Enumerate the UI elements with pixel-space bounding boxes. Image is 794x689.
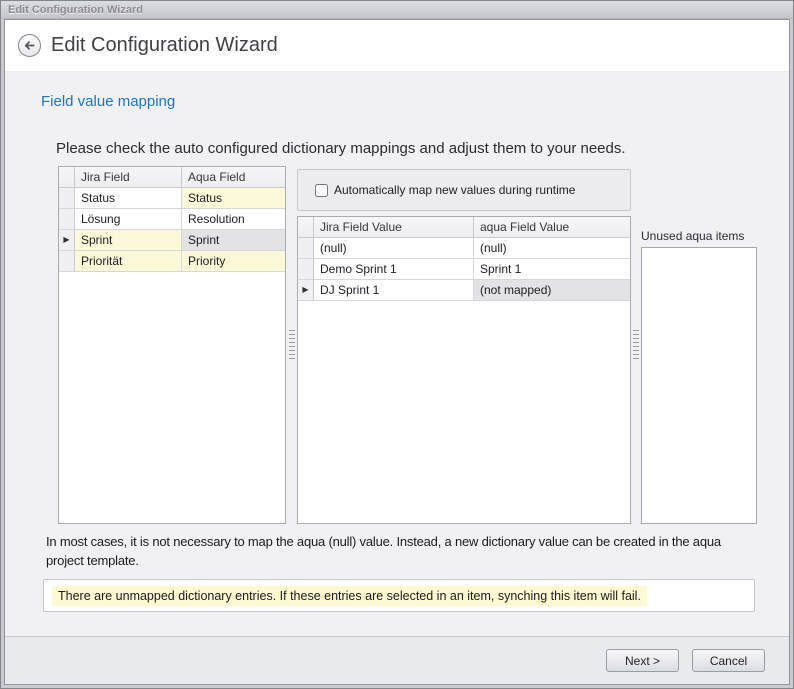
grid-empty-area	[59, 272, 285, 523]
cell-aqua-value[interactable]: (not mapped)	[474, 280, 630, 301]
field-mapping-grid: Jira Field Aqua Field Status Status Lösu…	[58, 166, 286, 524]
back-arrow-icon	[22, 38, 37, 53]
grid-header-row: Jira Field Aqua Field	[59, 167, 285, 188]
mapping-area: Jira Field Aqua Field Status Status Lösu…	[58, 166, 789, 524]
cell-aqua-field[interactable]: Sprint	[182, 230, 285, 251]
selected-row-arrow-icon: ▶	[302, 286, 308, 294]
window-title: Edit Configuration Wizard	[8, 4, 143, 16]
table-row[interactable]: Status Status	[59, 188, 285, 209]
warning-box: There are unmapped dictionary entries. I…	[43, 579, 755, 612]
table-row[interactable]: Priorität Priority	[59, 251, 285, 272]
wizard-page: Field value mapping Please check the aut…	[5, 72, 789, 637]
button-bar: Next > Cancel	[5, 637, 789, 684]
cell-jira-field[interactable]: Sprint	[75, 230, 182, 251]
warning-text: There are unmapped dictionary entries. I…	[52, 586, 647, 606]
row-indicator-cell	[59, 188, 75, 209]
row-indicator-cell: ▶	[298, 280, 314, 301]
grid-header-row: Jira Field Value aqua Field Value	[298, 217, 630, 238]
row-indicator-cell	[59, 209, 75, 230]
table-row[interactable]: Demo Sprint 1 Sprint 1	[298, 259, 630, 280]
row-indicator-cell: ▶	[59, 230, 75, 251]
wizard-header: Edit Configuration Wizard	[5, 20, 789, 72]
table-row-selected[interactable]: ▶ DJ Sprint 1 (not mapped)	[298, 280, 630, 301]
splitter-grip-icon	[289, 330, 295, 360]
vertical-splitter[interactable]	[631, 166, 641, 524]
splitter-grip-icon	[633, 330, 639, 360]
unused-items-label: Unused aqua items	[641, 229, 757, 243]
auto-map-label[interactable]: Automatically map new values during runt…	[334, 183, 575, 197]
indicator-column-header	[59, 167, 75, 188]
page-title: Edit Configuration Wizard	[51, 34, 278, 57]
cancel-button[interactable]: Cancel	[692, 649, 765, 672]
cell-aqua-field[interactable]: Status	[182, 188, 285, 209]
cell-jira-field[interactable]: Status	[75, 188, 182, 209]
section-heading: Field value mapping	[41, 93, 789, 110]
auto-map-panel: Automatically map new values during runt…	[297, 169, 631, 211]
column-header-jira-field-value[interactable]: Jira Field Value	[314, 217, 474, 238]
column-header-aqua-field-value[interactable]: aqua Field Value	[474, 217, 630, 238]
row-indicator-cell	[298, 238, 314, 259]
cell-jira-field[interactable]: Priorität	[75, 251, 182, 272]
value-mapping-grid: Jira Field Value aqua Field Value (null)…	[297, 216, 631, 524]
title-bar[interactable]: Edit Configuration Wizard	[1, 1, 793, 19]
row-indicator-cell	[59, 251, 75, 272]
cell-aqua-value[interactable]: (null)	[474, 238, 630, 259]
back-button[interactable]	[18, 34, 41, 57]
vertical-splitter[interactable]	[286, 166, 297, 524]
indicator-column-header	[298, 217, 314, 238]
table-row-selected[interactable]: ▶ Sprint Sprint	[59, 230, 285, 251]
cell-jira-value[interactable]: (null)	[314, 238, 474, 259]
cell-jira-value[interactable]: DJ Sprint 1	[314, 280, 474, 301]
unused-items-listbox[interactable]	[641, 247, 757, 524]
wizard-window: Edit Configuration Wizard Edit Configura…	[0, 0, 794, 689]
cell-jira-field[interactable]: Lösung	[75, 209, 182, 230]
table-row[interactable]: Lösung Resolution	[59, 209, 285, 230]
table-row[interactable]: (null) (null)	[298, 238, 630, 259]
value-mapping-panel: Automatically map new values during runt…	[297, 166, 631, 524]
cell-aqua-value[interactable]: Sprint 1	[474, 259, 630, 280]
row-indicator-cell	[298, 259, 314, 280]
window-frame: Edit Configuration Wizard Field value ma…	[4, 19, 790, 685]
column-header-aqua-field[interactable]: Aqua Field	[182, 167, 285, 188]
next-button[interactable]: Next >	[606, 649, 679, 672]
column-header-jira-field[interactable]: Jira Field	[75, 167, 182, 188]
instruction-text: Please check the auto configured diction…	[56, 140, 789, 157]
selected-row-arrow-icon: ▶	[63, 236, 69, 244]
auto-map-checkbox[interactable]	[315, 184, 328, 197]
cell-aqua-field[interactable]: Priority	[182, 251, 285, 272]
unused-items-panel: Unused aqua items	[641, 166, 757, 524]
note-text: In most cases, it is not necessary to ma…	[46, 532, 755, 570]
cell-jira-value[interactable]: Demo Sprint 1	[314, 259, 474, 280]
grid-empty-area	[298, 301, 630, 523]
cell-aqua-field[interactable]: Resolution	[182, 209, 285, 230]
